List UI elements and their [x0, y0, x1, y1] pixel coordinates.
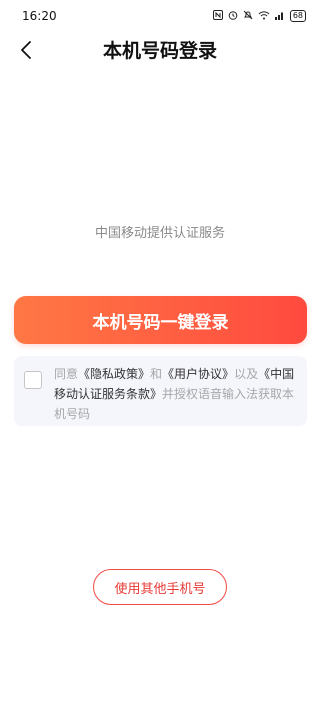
status-icons: 68 [212, 9, 306, 23]
alarm-icon [228, 10, 238, 23]
agreement-middle: 以及 [234, 367, 259, 381]
agreement-and: 和 [150, 367, 163, 381]
agreement-panel: 同意《隐私政策》和《用户协议》以及《中国移动认证服务条款》并授权语音输入法获取本… [14, 356, 307, 426]
agreement-checkbox[interactable] [24, 371, 42, 389]
status-bar: 16:20 68 [0, 0, 320, 32]
battery-icon: 68 [289, 10, 306, 22]
status-time: 16:20 [22, 9, 57, 23]
wifi-icon [258, 10, 270, 23]
agreement-text: 同意《隐私政策》和《用户协议》以及《中国移动认证服务条款》并授权语音输入法获取本… [54, 364, 299, 421]
nav-bar: 本机号码登录 [0, 32, 320, 68]
one-click-login-button[interactable]: 本机号码一键登录 [14, 296, 307, 344]
nfc-icon [212, 9, 223, 23]
agreement-prefix: 同意 [54, 367, 79, 381]
user-agreement-link[interactable]: 《用户协议》 [162, 367, 234, 381]
privacy-policy-link[interactable]: 《隐私政策》 [78, 367, 150, 381]
mute-icon [243, 10, 253, 23]
signal-icon [274, 10, 285, 23]
carrier-auth-text: 中国移动提供认证服务 [94, 226, 225, 241]
use-other-number-button[interactable]: 使用其他手机号 [93, 569, 227, 605]
page-title: 本机号码登录 [102, 40, 217, 62]
